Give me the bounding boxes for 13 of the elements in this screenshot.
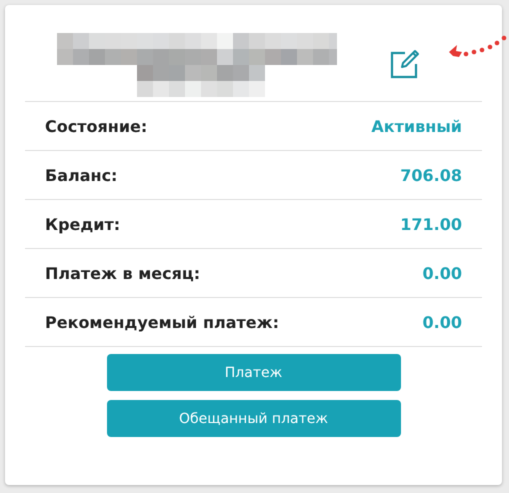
field-label: Платеж в месяц:: [45, 264, 200, 282]
field-value: 706.08: [400, 166, 462, 184]
field-label: Кредит:: [45, 214, 120, 234]
field-value: Активный: [371, 116, 462, 136]
action-button[interactable]: Платеж: [106, 354, 400, 391]
field-value: 0.00: [422, 312, 462, 332]
action-button[interactable]: Обещанный платеж: [106, 400, 400, 437]
field-value: 0.00: [422, 264, 462, 282]
field-label: Баланс:: [45, 166, 118, 184]
field-label: Состояние:: [45, 116, 148, 136]
edit-icon[interactable]: [390, 49, 420, 79]
field-value: 171.00: [400, 214, 462, 234]
field-label: Рекомендуемый платеж:: [45, 312, 279, 332]
